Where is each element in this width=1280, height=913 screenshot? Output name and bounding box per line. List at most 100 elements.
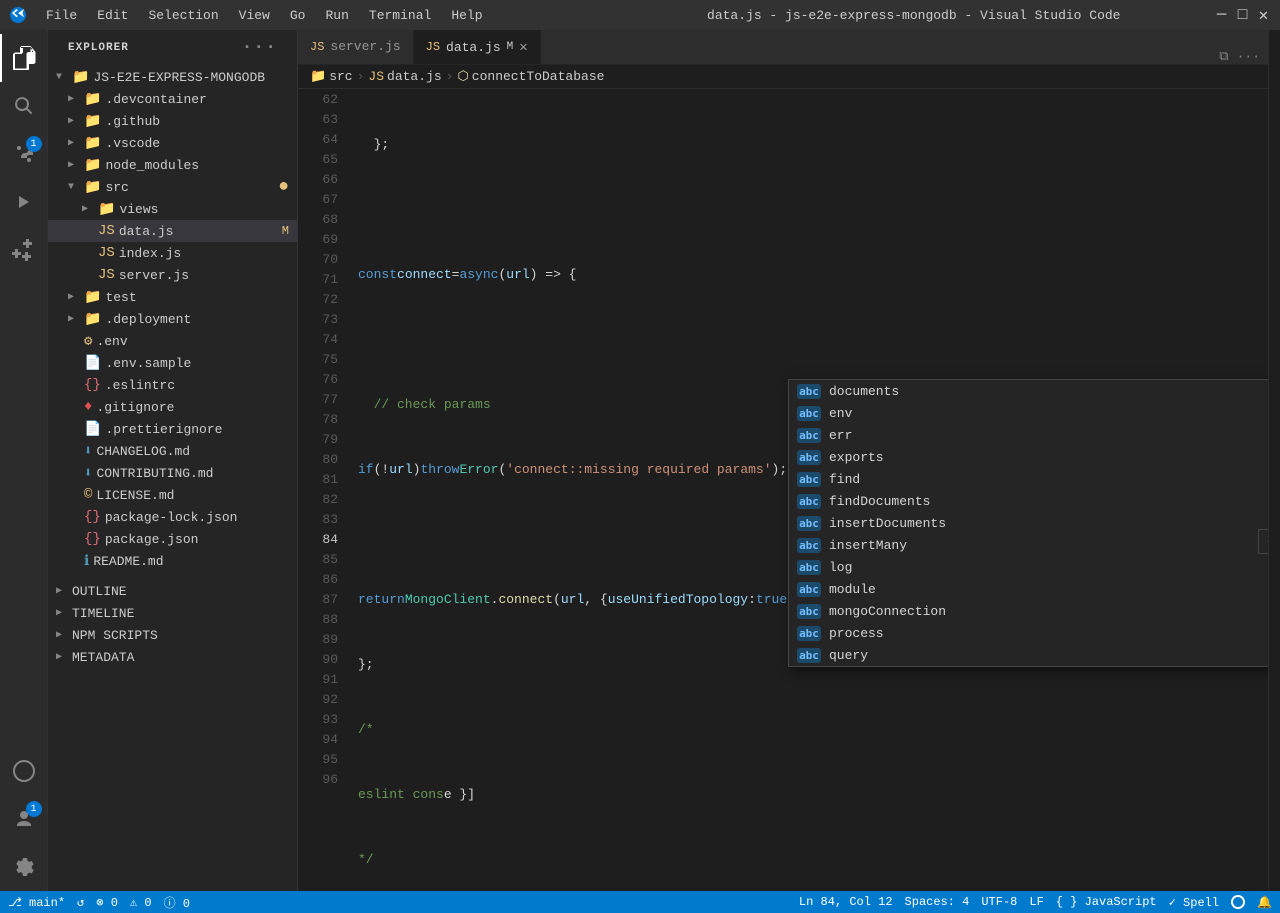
sidebar-item-changelog[interactable]: ▶ ⬇ CHANGELOG.md bbox=[48, 440, 297, 462]
sidebar-item-vscode[interactable]: ▶ 📁 .vscode bbox=[48, 132, 297, 154]
data-js-close-button[interactable]: ✕ bbox=[519, 39, 527, 56]
ac-item-findDocuments[interactable]: abc findDocuments bbox=[789, 490, 1268, 512]
sidebar-item-server-js[interactable]: ▶ JS server.js bbox=[48, 264, 297, 286]
explorer-activity-icon[interactable] bbox=[0, 34, 48, 82]
metadata-label: METADATA bbox=[72, 650, 134, 665]
split-editor-icon[interactable]: ⧉ bbox=[1219, 49, 1228, 64]
sidebar-timeline[interactable]: ▶ TIMELINE bbox=[48, 602, 297, 624]
breadcrumb-function[interactable]: ⬡connectToDatabase bbox=[457, 69, 604, 84]
sidebar-item-github[interactable]: ▶ 📁 .github bbox=[48, 110, 297, 132]
status-notifications[interactable]: 🔔 bbox=[1257, 895, 1272, 910]
status-spaces[interactable]: Spaces: 4 bbox=[905, 895, 970, 909]
sidebar-item-src[interactable]: ▼ 📁 src ● bbox=[48, 176, 297, 198]
ac-item-module[interactable]: abc module bbox=[789, 578, 1268, 600]
ac-icon-find: abc bbox=[797, 472, 821, 487]
ac-item-find[interactable]: abc find bbox=[789, 468, 1268, 490]
ac-item-insertMany[interactable]: abc insertMany bbox=[789, 534, 1268, 556]
ac-item-env[interactable]: abc env bbox=[789, 402, 1268, 424]
status-errors[interactable]: ⊗ 0 bbox=[96, 895, 118, 910]
tab-server-js[interactable]: JS server.js bbox=[298, 30, 414, 64]
maximize-button[interactable]: □ bbox=[1236, 9, 1249, 22]
menu-view[interactable]: View bbox=[231, 6, 278, 25]
minimize-button[interactable]: ─ bbox=[1215, 9, 1228, 22]
close-button[interactable]: ✕ bbox=[1257, 9, 1270, 22]
status-language[interactable]: { } JavaScript bbox=[1056, 895, 1157, 909]
sidebar-item-node-modules[interactable]: ▶ 📁 node_modules bbox=[48, 154, 297, 176]
status-sync[interactable]: ↺ bbox=[77, 895, 84, 910]
sidebar-item-package-lock[interactable]: ▶ {} package-lock.json bbox=[48, 506, 297, 528]
sidebar-item-views[interactable]: ▶ 📁 views bbox=[48, 198, 297, 220]
ac-item-process[interactable]: abc process bbox=[789, 622, 1268, 644]
extensions-activity-icon[interactable] bbox=[0, 226, 48, 274]
status-spell[interactable]: ✓ Spell bbox=[1169, 895, 1219, 910]
sidebar-item-devcontainer[interactable]: ▶ 📁 .devcontainer bbox=[48, 88, 297, 110]
menu-run[interactable]: Run bbox=[317, 6, 356, 25]
ac-item-mongoConnection[interactable]: abc mongoConnection bbox=[789, 600, 1268, 622]
status-encoding[interactable]: UTF-8 bbox=[981, 895, 1017, 909]
status-branch[interactable]: ⎇ main* bbox=[8, 895, 65, 910]
sidebar-root[interactable]: ▼ 📁 JS-E2E-EXPRESS-MONGODB bbox=[48, 66, 297, 88]
ac-label-documents: documents bbox=[829, 384, 899, 399]
menu-terminal[interactable]: Terminal bbox=[361, 6, 439, 25]
breadcrumb-src[interactable]: 📁src bbox=[310, 69, 353, 84]
status-line-col[interactable]: Ln 84, Col 12 bbox=[799, 895, 893, 909]
ac-icon-insertMany: abc bbox=[797, 538, 821, 553]
code-line-71: /* bbox=[358, 719, 1268, 739]
env-label: .env bbox=[96, 334, 127, 349]
ac-item-log[interactable]: abc log bbox=[789, 556, 1268, 578]
sidebar-npm-scripts[interactable]: ▶ NPM SCRIPTS bbox=[48, 624, 297, 646]
ac-label-log: log bbox=[829, 560, 852, 575]
sidebar-item-env-sample[interactable]: ▶ 📄 .env.sample bbox=[48, 352, 297, 374]
sidebar-metadata[interactable]: ▶ METADATA bbox=[48, 646, 297, 668]
ac-icon-err: abc bbox=[797, 428, 821, 443]
tab-data-js[interactable]: JS data.js M ✕ bbox=[414, 30, 541, 64]
breadcrumb-sep-1: › bbox=[357, 69, 365, 84]
ac-item-query[interactable]: abc query bbox=[789, 644, 1268, 666]
ln-85: 85 bbox=[298, 549, 338, 569]
menu-help[interactable]: Help bbox=[443, 6, 490, 25]
package-json-icon: {} bbox=[84, 531, 101, 547]
sidebar-item-prettierignore[interactable]: ▶ 📄 .prettierignore bbox=[48, 418, 297, 440]
sidebar-item-gitignore[interactable]: ▶ ♦ .gitignore bbox=[48, 396, 297, 418]
sidebar-item-test[interactable]: ▶ 📁 test bbox=[48, 286, 297, 308]
ac-item-err[interactable]: abc err bbox=[789, 424, 1268, 446]
sidebar-item-data-js[interactable]: ▶ JS data.js M bbox=[48, 220, 297, 242]
status-line-ending[interactable]: LF bbox=[1029, 895, 1043, 909]
sidebar-item-deployment[interactable]: ▶ 📁 .deployment bbox=[48, 308, 297, 330]
sidebar-menu-button[interactable]: ··· bbox=[242, 38, 277, 58]
menu-file[interactable]: File bbox=[38, 6, 85, 25]
sidebar-item-readme[interactable]: ▶ ℹ README.md bbox=[48, 550, 297, 572]
root-folder-label: JS-E2E-EXPRESS-MONGODB bbox=[93, 70, 265, 85]
remote-activity-icon[interactable] bbox=[0, 747, 48, 795]
account-activity-icon[interactable]: 1 bbox=[0, 795, 48, 843]
ln-86: 86 bbox=[298, 569, 338, 589]
menu-edit[interactable]: Edit bbox=[89, 6, 136, 25]
sidebar-item-env[interactable]: ▶ ⚙ .env bbox=[48, 330, 297, 352]
breadcrumb-file[interactable]: JSdata.js bbox=[368, 69, 441, 84]
settings-activity-icon[interactable] bbox=[0, 843, 48, 891]
menu-selection[interactable]: Selection bbox=[140, 6, 226, 25]
status-info[interactable]: ⓘ 0 bbox=[164, 894, 190, 911]
search-activity-icon[interactable] bbox=[0, 82, 48, 130]
ln-63: 63 bbox=[298, 109, 338, 129]
sidebar-item-license[interactable]: ▶ © LICENSE.md bbox=[48, 484, 297, 506]
titlebar-left: File Edit Selection View Go Run Terminal… bbox=[10, 6, 613, 25]
source-control-activity-icon[interactable]: 1 bbox=[0, 130, 48, 178]
ln-84: 84 bbox=[298, 529, 338, 549]
changelog-label: CHANGELOG.md bbox=[96, 444, 190, 459]
sidebar-outline[interactable]: ▶ OUTLINE bbox=[48, 580, 297, 602]
sidebar-item-contributing[interactable]: ▶ ⬇ CONTRIBUTING.md bbox=[48, 462, 297, 484]
more-tabs-icon[interactable]: ··· bbox=[1237, 49, 1260, 64]
sidebar-item-eslintrc[interactable]: ▶ {} .eslintrc bbox=[48, 374, 297, 396]
menu-go[interactable]: Go bbox=[282, 6, 314, 25]
sidebar-item-package-json[interactable]: ▶ {} package.json bbox=[48, 528, 297, 550]
ac-item-exports[interactable]: abc exports bbox=[789, 446, 1268, 468]
sidebar-item-index-js[interactable]: ▶ JS index.js bbox=[48, 242, 297, 264]
status-warnings[interactable]: ⚠ 0 bbox=[130, 895, 152, 910]
run-activity-icon[interactable] bbox=[0, 178, 48, 226]
breadcrumb-sep-2: › bbox=[446, 69, 454, 84]
tabs-right-controls: ⧉ ··· bbox=[1211, 49, 1268, 64]
status-remote[interactable] bbox=[1231, 895, 1245, 909]
ac-item-insertDocuments[interactable]: abc insertDocuments bbox=[789, 512, 1268, 534]
ac-item-documents[interactable]: abc documents bbox=[789, 380, 1268, 402]
